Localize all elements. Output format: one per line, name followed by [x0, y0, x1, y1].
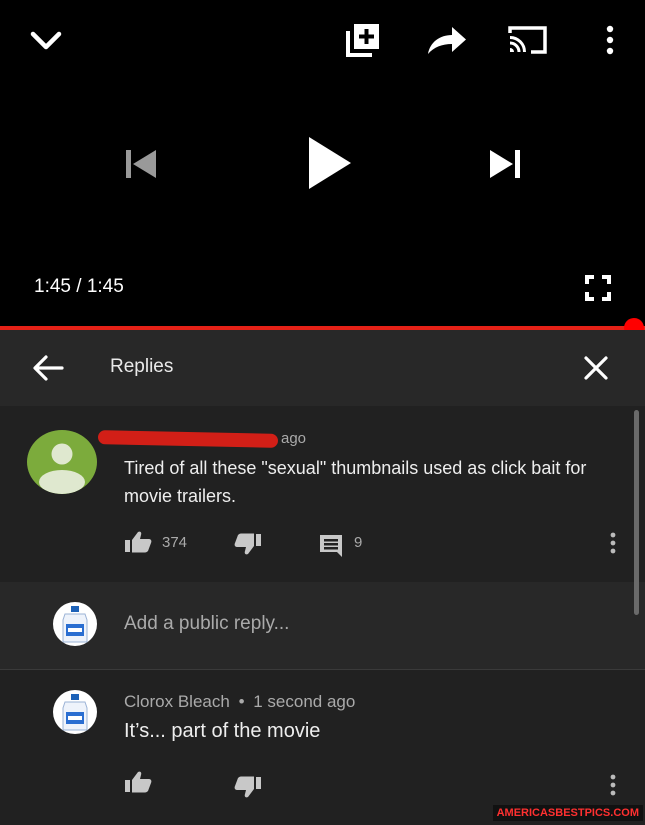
reply-input[interactable]: Add a public reply...: [124, 613, 289, 635]
comment-text: Tired of all these "sexual" thumbnails u…: [124, 458, 587, 506]
reply-author[interactable]: Clorox Bleach: [124, 692, 230, 711]
like-button[interactable]: [122, 530, 154, 554]
previous-button[interactable]: [118, 144, 162, 184]
more-vert-icon: [606, 25, 614, 55]
scrollbar[interactable]: [634, 410, 639, 615]
bleach-bottle-icon: [62, 694, 88, 731]
comment-icon: [320, 535, 342, 557]
thumbs-down-icon: [234, 776, 261, 798]
fullscreen-button[interactable]: [580, 272, 616, 304]
meta-separator: •: [238, 692, 245, 711]
comment-menu-button[interactable]: [602, 530, 624, 556]
replies-header: [0, 330, 645, 406]
more-options-button[interactable]: [596, 24, 624, 56]
fullscreen-icon: [585, 275, 611, 301]
time-total: 1:45: [86, 276, 124, 297]
play-button[interactable]: [296, 130, 360, 196]
reply-author-avatar[interactable]: [53, 690, 97, 734]
default-avatar-icon: [39, 443, 85, 494]
time-current: 1:45: [34, 276, 71, 297]
thumbs-up-icon: [125, 531, 152, 553]
minimize-button[interactable]: [26, 22, 66, 58]
reply-time: 1 second ago: [253, 692, 356, 711]
reply-count-button[interactable]: [316, 532, 346, 558]
time-display: 1:45 / 1:45: [34, 276, 124, 298]
replies-title: Replies: [110, 356, 174, 377]
thumbs-up-icon: [125, 771, 152, 793]
back-button[interactable]: [28, 350, 68, 386]
more-vert-icon: [610, 774, 616, 796]
arrow-left-icon: [33, 355, 64, 381]
play-icon: [309, 137, 351, 189]
close-button[interactable]: [578, 350, 614, 386]
chevron-down-icon: [30, 31, 62, 50]
user-avatar[interactable]: [53, 602, 97, 646]
reply-meta: Clorox Bleach • 1 second ago: [124, 692, 355, 712]
time-separator: /: [76, 276, 82, 297]
add-to-playlist-button[interactable]: [342, 20, 384, 60]
add-to-playlist-icon: [346, 24, 379, 57]
cast-icon: [508, 26, 547, 54]
reply-count: 9: [354, 534, 363, 551]
reply-dislike-button[interactable]: [232, 775, 264, 799]
dislike-button[interactable]: [232, 532, 264, 556]
like-count: 374: [162, 534, 188, 551]
bleach-bottle-icon: [62, 606, 88, 643]
reply-text: It’s... part of the movie: [124, 720, 321, 742]
next-button[interactable]: [484, 144, 528, 184]
share-icon: [428, 27, 466, 54]
thumbs-down-icon: [234, 533, 261, 555]
watermark: AMERICASBESTPICS.COM: [492, 805, 643, 821]
reply-menu-button[interactable]: [602, 772, 624, 798]
comment-time: ago: [281, 430, 307, 447]
avatar[interactable]: [27, 430, 97, 494]
previous-icon: [126, 150, 156, 178]
close-icon: [584, 356, 608, 380]
video-player[interactable]: 1:45 / 1:45: [0, 0, 645, 330]
more-vert-icon: [610, 532, 616, 554]
cast-button[interactable]: [506, 22, 550, 58]
next-icon: [490, 150, 520, 178]
share-button[interactable]: [424, 22, 470, 58]
reply-like-button[interactable]: [122, 770, 154, 794]
